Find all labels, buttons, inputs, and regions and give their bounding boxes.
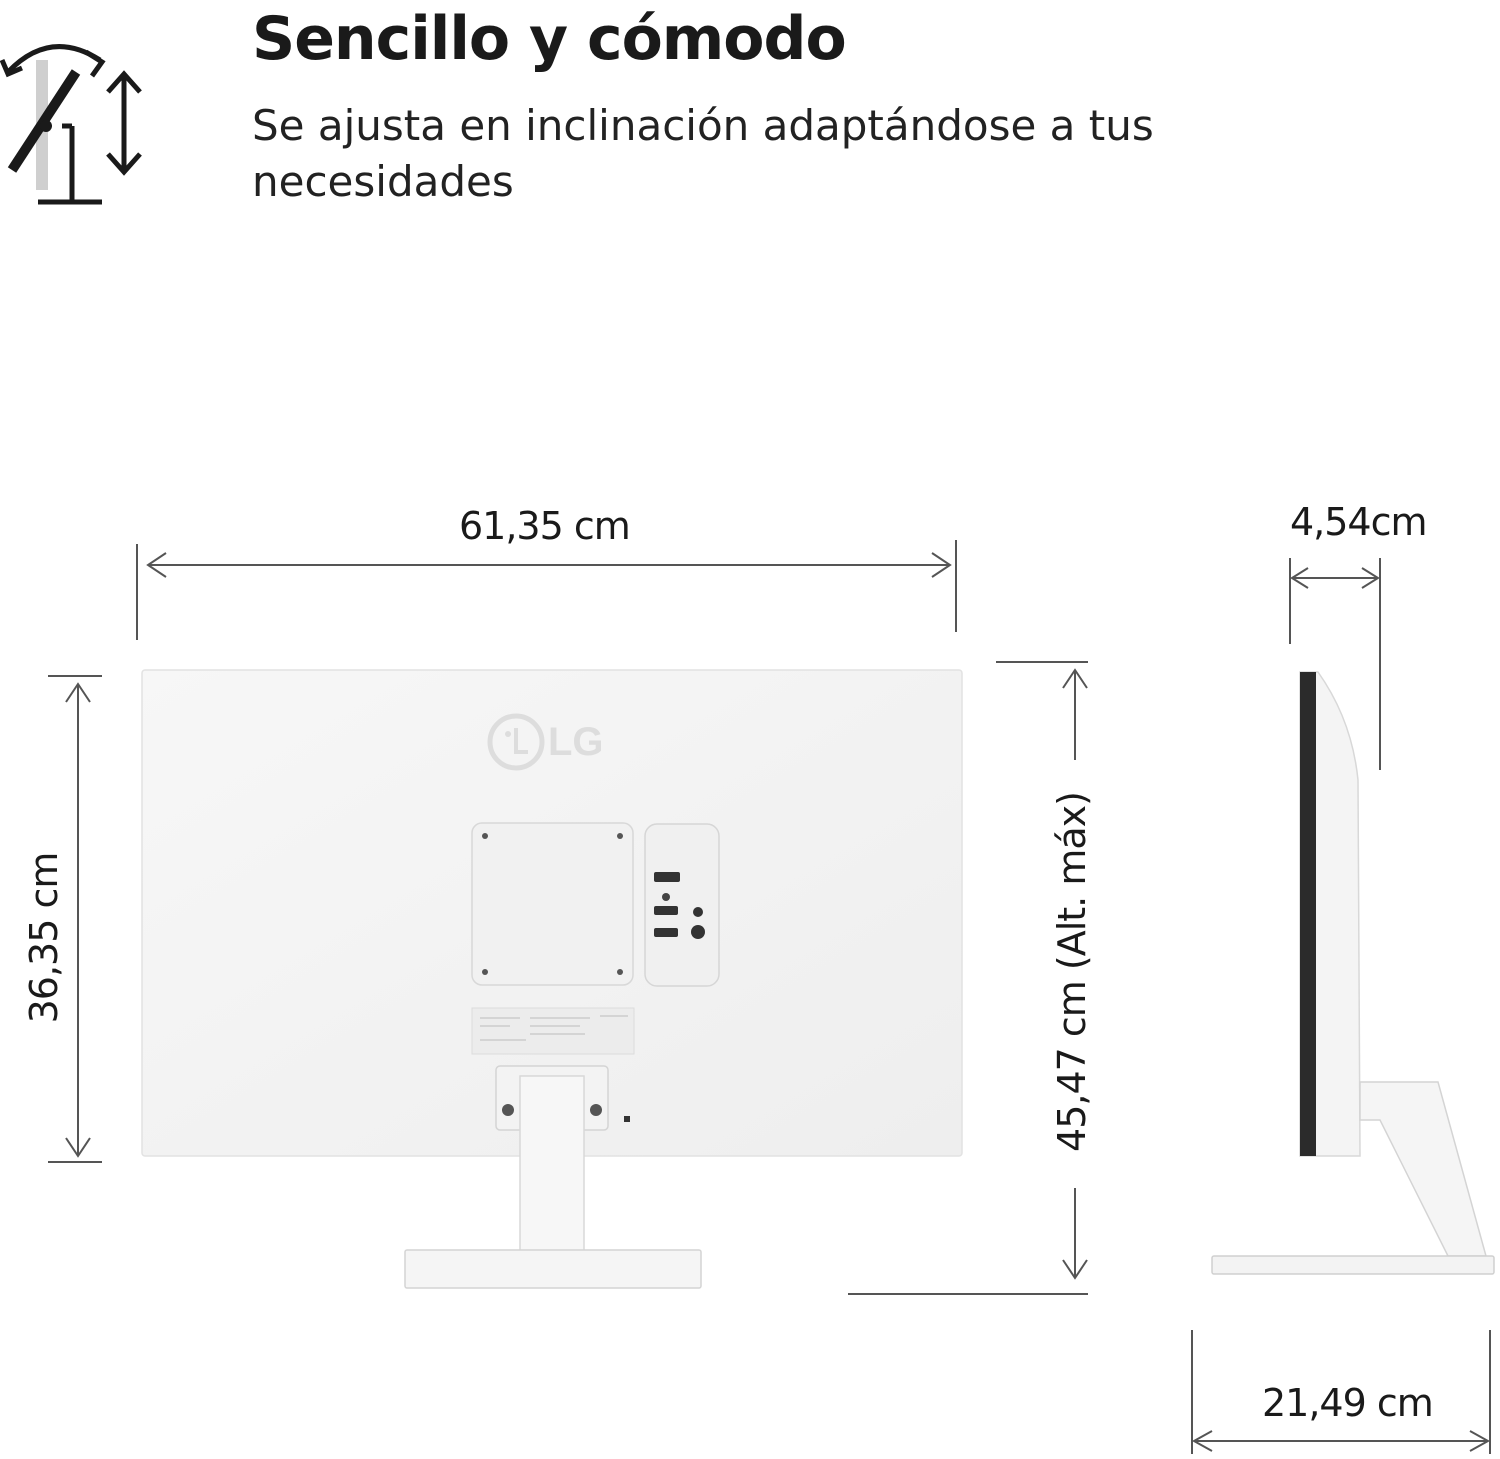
dim-panel-height-label: 36,35 cm <box>22 852 66 1024</box>
dimension-lines <box>48 540 1495 1454</box>
monitor-side-view <box>1211 671 1495 1275</box>
dim-max-height-label: 45,47 cm (Alt. máx) <box>1050 792 1094 1152</box>
dim-panel-depth-label: 4,54cm <box>1290 500 1428 544</box>
monitor-logo: LG <box>548 720 604 764</box>
dim-stand-depth-label: 21,49 cm <box>1262 1381 1434 1425</box>
dim-width-label: 61,35 cm <box>459 504 631 548</box>
